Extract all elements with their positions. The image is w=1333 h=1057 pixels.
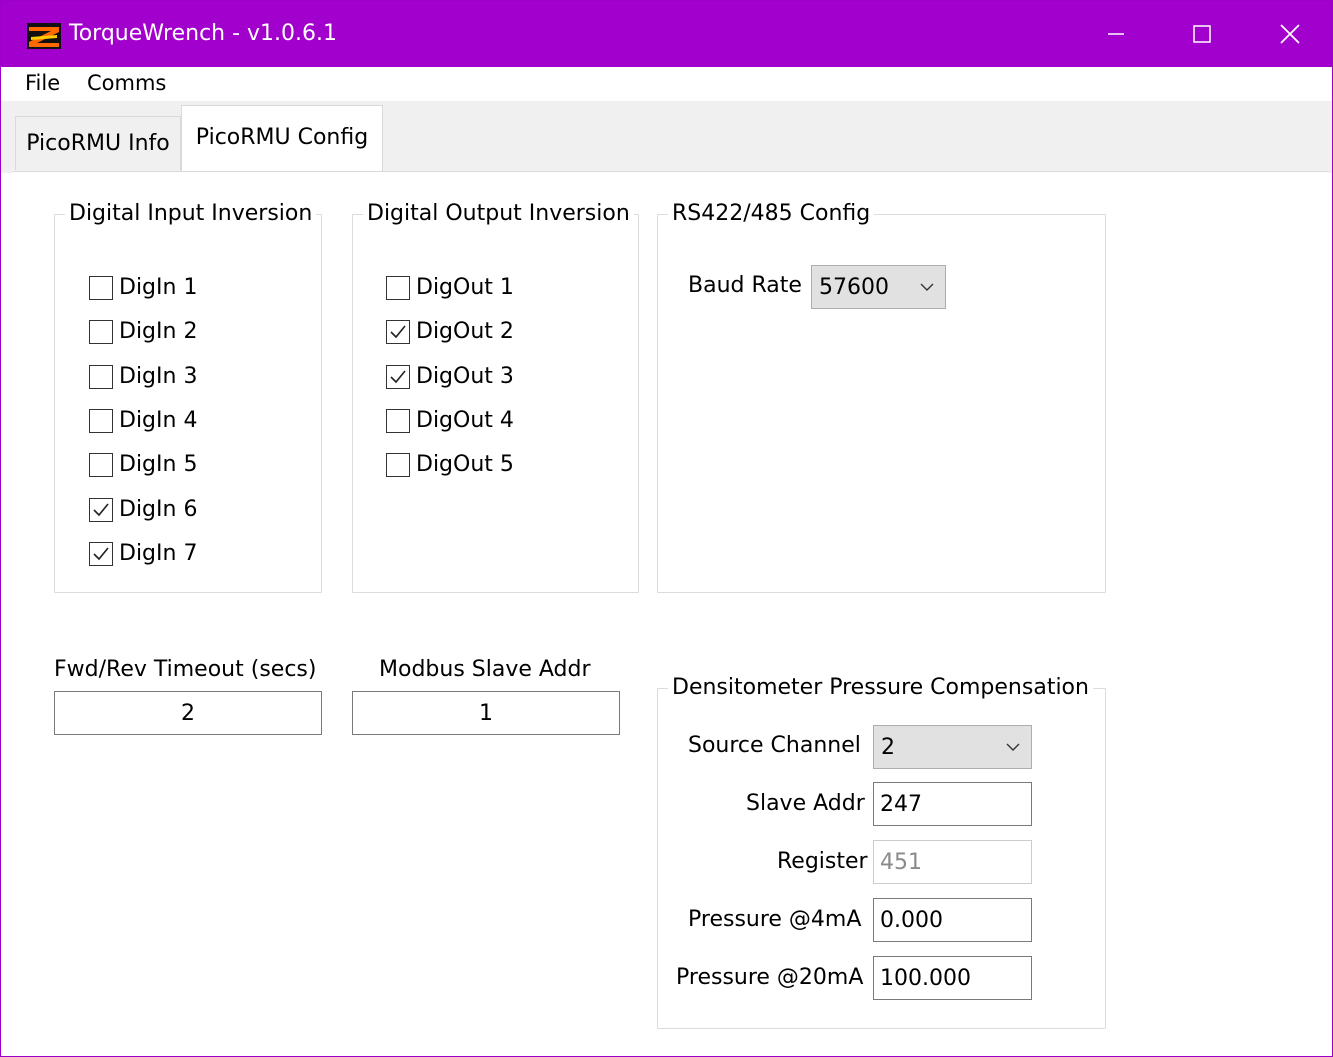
digout-3-checkbox[interactable]: DigOut 3: [386, 364, 514, 389]
checkbox-label: DigIn 3: [119, 364, 198, 389]
checkbox-label: DigOut 5: [416, 452, 514, 477]
checkbox-label: DigOut 3: [416, 364, 514, 389]
minimize-button[interactable]: [1072, 1, 1160, 67]
digital-output-inversion-group: Digital Output Inversion: [352, 201, 639, 593]
digout-2-checkbox[interactable]: DigOut 2: [386, 319, 514, 344]
pressure-4ma-field[interactable]: 0.000: [873, 898, 1032, 942]
digin-5-checkbox[interactable]: DigIn 5: [89, 452, 197, 477]
minimize-icon: [1108, 33, 1124, 35]
tab-label: PicoRMU Info: [26, 131, 170, 156]
group-title: Digital Output Inversion: [363, 201, 634, 226]
pressure-20ma-label: Pressure @20mA: [676, 965, 864, 990]
fwd-rev-timeout-field[interactable]: 2: [54, 691, 322, 735]
close-button[interactable]: [1246, 1, 1332, 67]
checkbox-label: DigIn 6: [119, 497, 198, 522]
checkbox-label: DigIn 1: [119, 275, 198, 300]
checkbox-box[interactable]: [386, 408, 410, 433]
check-mark-icon: [93, 502, 109, 516]
menu-file[interactable]: File: [25, 71, 60, 95]
digin-3-checkbox[interactable]: DigIn 3: [89, 364, 197, 389]
app-window: TorqueWrench - v1.0.6.1 File Comms PicoR…: [0, 0, 1333, 1057]
register-label: Register: [777, 849, 868, 874]
checkbox-label: DigIn 7: [119, 541, 198, 566]
maximize-button[interactable]: [1158, 1, 1246, 67]
check-mark-icon: [390, 324, 406, 338]
register-field: 451: [873, 840, 1032, 884]
source-channel-label: Source Channel: [688, 733, 861, 758]
pressure-20ma-field[interactable]: 100.000: [873, 956, 1032, 1000]
checkbox-label: DigIn 5: [119, 452, 198, 477]
group-title: RS422/485 Config: [668, 201, 875, 226]
menu-comms[interactable]: Comms: [87, 71, 166, 95]
source-channel-select[interactable]: 2: [873, 725, 1032, 769]
checkbox-box[interactable]: [89, 364, 113, 389]
register-value: 451: [880, 849, 922, 875]
slave-addr-value: 247: [880, 791, 922, 817]
pressure-4ma-value: 0.000: [880, 907, 943, 933]
checkbox-box[interactable]: [89, 319, 113, 344]
source-channel-value: 2: [881, 734, 895, 760]
slave-addr-label: Slave Addr: [746, 791, 865, 816]
modbus-slave-addr-label: Modbus Slave Addr: [379, 657, 591, 682]
checkbox-box[interactable]: [89, 408, 113, 433]
checkbox-box[interactable]: [89, 275, 113, 300]
digin-7-checkbox[interactable]: DigIn 7: [89, 541, 197, 566]
tab-picormu-info[interactable]: PicoRMU Info: [15, 116, 181, 170]
checkbox-label: DigOut 4: [416, 408, 514, 433]
group-title: Digital Input Inversion: [65, 201, 317, 226]
title-bar[interactable]: TorqueWrench - v1.0.6.1: [1, 1, 1332, 67]
digin-1-checkbox[interactable]: DigIn 1: [89, 275, 197, 300]
checkbox-box[interactable]: [386, 275, 410, 300]
chevron-down-icon: [1006, 743, 1020, 751]
baud-rate-label: Baud Rate: [688, 273, 802, 298]
group-title: Densitometer Pressure Compensation: [668, 675, 1093, 700]
modbus-slave-addr-value: 1: [479, 700, 493, 726]
tab-label: PicoRMU Config: [195, 125, 369, 150]
baud-rate-value: 57600: [819, 274, 889, 300]
checkbox-label: DigOut 1: [416, 275, 514, 300]
tab-picormu-config[interactable]: PicoRMU Config: [181, 105, 383, 173]
digout-1-checkbox[interactable]: DigOut 1: [386, 275, 514, 300]
window-title: TorqueWrench - v1.0.6.1: [69, 21, 338, 46]
app-logo-icon: [27, 23, 61, 49]
checkbox-box[interactable]: [386, 452, 410, 477]
checkbox-label: DigIn 4: [119, 408, 198, 433]
digin-2-checkbox[interactable]: DigIn 2: [89, 319, 197, 344]
digin-6-checkbox[interactable]: DigIn 6: [89, 497, 197, 522]
check-mark-icon: [390, 369, 406, 383]
fwd-rev-timeout-value: 2: [181, 700, 195, 726]
baud-rate-select[interactable]: 57600: [811, 265, 946, 309]
maximize-icon: [1193, 25, 1211, 43]
digout-4-checkbox[interactable]: DigOut 4: [386, 408, 514, 433]
checkbox-label: DigOut 2: [416, 319, 514, 344]
pressure-4ma-label: Pressure @4mA: [688, 907, 862, 932]
checkbox-label: DigIn 2: [119, 319, 198, 344]
digout-5-checkbox[interactable]: DigOut 5: [386, 452, 514, 477]
digin-4-checkbox[interactable]: DigIn 4: [89, 408, 197, 433]
checkbox-box[interactable]: [89, 452, 113, 477]
pressure-20ma-value: 100.000: [880, 965, 971, 991]
digital-input-inversion-group: Digital Input Inversion: [54, 201, 322, 593]
checkbox-box[interactable]: [89, 541, 113, 566]
close-icon: [1280, 24, 1300, 44]
checkbox-box[interactable]: [386, 364, 410, 389]
fwd-rev-timeout-label: Fwd/Rev Timeout (secs): [54, 657, 317, 682]
checkbox-box[interactable]: [386, 319, 410, 344]
chevron-down-icon: [920, 283, 934, 291]
modbus-slave-addr-field[interactable]: 1: [352, 691, 620, 735]
checkbox-box[interactable]: [89, 497, 113, 522]
check-mark-icon: [93, 546, 109, 560]
slave-addr-field[interactable]: 247: [873, 782, 1032, 826]
menu-bar: File Comms: [1, 67, 1332, 101]
